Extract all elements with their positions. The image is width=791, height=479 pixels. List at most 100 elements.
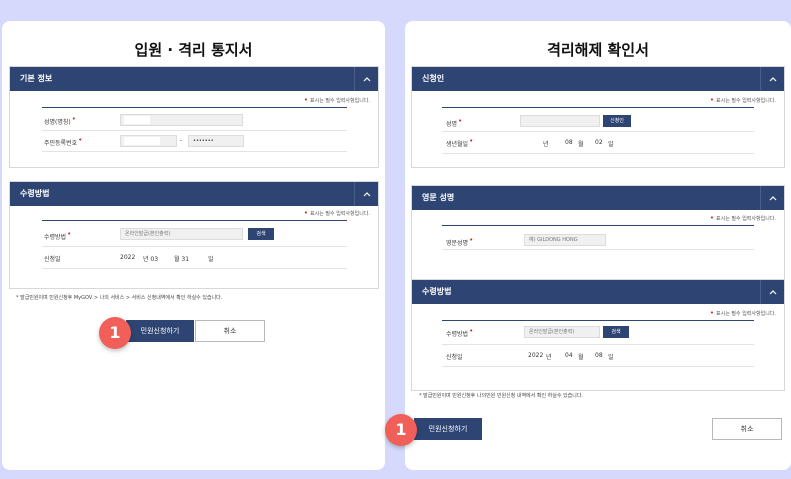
- required-note: • 표시는 필수 입력사항입니다.: [304, 209, 370, 217]
- basic-info-section: 기본 정보 • 표시는 필수 입력사항입니다. 성명(명칭)• 주민등록번호• -…: [9, 66, 379, 168]
- cancel-button[interactable]: 취소: [195, 320, 265, 342]
- right-panel-title: 격리해제 확인서: [547, 41, 649, 59]
- form-top-rule: [442, 107, 754, 108]
- birth-month-unit: 월: [578, 141, 584, 148]
- row-divider: [442, 249, 754, 250]
- name-label: 성명(명칭)•: [44, 115, 76, 126]
- right-receive-method-section: 수령방법 • 표시는 필수 입력사항입니다. 수령방법• 온라인발급(본인출력) …: [411, 279, 785, 391]
- basic-info-collapse-button[interactable]: [354, 67, 378, 91]
- row-divider: [42, 246, 347, 247]
- english-name-header-label: 영문 성명: [422, 193, 455, 202]
- row-divider: [442, 131, 754, 132]
- basic-info-header-label: 기본 정보: [20, 74, 53, 83]
- applicant-header-label: 신청인: [422, 74, 445, 83]
- birth-year-unit: 년: [543, 141, 549, 148]
- receive-method-search-button[interactable]: 검색: [248, 228, 274, 240]
- rrn-front-input[interactable]: [120, 135, 177, 147]
- receive-method-input[interactable]: 온라인발급(본인출력): [120, 228, 243, 240]
- applicant-collapse-button[interactable]: [760, 67, 784, 91]
- required-note-text: 표시는 필수 입력사항입니다.: [310, 211, 370, 217]
- left-footnote: * 발급민원이며 민원신청후 MyGOV > 나의 서비스 > 서비스 신청내역…: [16, 295, 223, 301]
- right-receive-method-label: 수령방법•: [446, 327, 474, 338]
- right-apply-date-year: 2022: [528, 352, 544, 359]
- chevron-up-icon: [769, 77, 776, 82]
- applicant-button[interactable]: 신청인: [603, 115, 631, 127]
- apply-button[interactable]: 민원신청하기: [126, 320, 194, 342]
- left-panel: 입원 · 격리 통지서 기본 정보 • 표시는 필수 입력사항입니다. 성명(명칭…: [2, 21, 385, 470]
- row-divider: [442, 344, 754, 345]
- birth-day-unit: 일: [608, 141, 614, 148]
- rrn-back-input[interactable]: •••••••: [188, 135, 244, 147]
- rrn-front-input-value: [124, 137, 160, 145]
- row-divider: [442, 153, 754, 154]
- required-note: • 표시는 필수 입력사항입니다.: [304, 96, 370, 104]
- required-star-icon: •: [303, 96, 309, 104]
- chevron-up-icon: [363, 77, 370, 82]
- required-note-text: 표시는 필수 입력사항입니다.: [716, 216, 776, 222]
- right-apply-date-label: 신청일: [446, 354, 463, 361]
- apply-date-month: 년 03: [143, 256, 159, 263]
- required-note-text: 표시는 필수 입력사항입니다.: [716, 311, 776, 317]
- receive-method-header: 수령방법: [10, 182, 378, 206]
- name-input-value: [124, 116, 150, 124]
- step-badge: 1: [385, 414, 417, 446]
- basic-info-header: 기본 정보: [10, 67, 378, 91]
- required-note-text: 표시는 필수 입력사항입니다.: [310, 98, 370, 104]
- right-footnote: * 발급민원이며 민원신청후 나의민원 민원신청 내역에서 확인 하실수 있습니…: [419, 393, 584, 399]
- apply-date-label: 신청일: [44, 256, 61, 263]
- right-receive-method-search-button[interactable]: 검색: [603, 326, 629, 338]
- applicant-name-label: 성명•: [446, 117, 463, 128]
- right-apply-date-month: 04: [565, 352, 573, 359]
- apply-date-day-unit: 일: [208, 256, 214, 263]
- chevron-up-icon: [769, 290, 776, 295]
- form-top-rule: [442, 225, 754, 226]
- required-star-icon: •: [709, 214, 715, 222]
- receive-method-header-label: 수령방법: [20, 189, 50, 198]
- receive-method-collapse-button[interactable]: [354, 182, 378, 206]
- right-apply-date-year-unit: 년: [546, 354, 552, 361]
- left-panel-title: 입원 · 격리 통지서: [134, 41, 253, 59]
- applicant-section: 신청인 • 표시는 필수 입력사항입니다. 성명• 신청인 생년월일• 년 08 …: [411, 66, 785, 168]
- english-name-header: 영문 성명: [412, 186, 784, 210]
- right-apply-date-month-unit: 월: [578, 354, 584, 361]
- row-divider: [442, 366, 754, 367]
- birth-date-label: 생년월일•: [446, 137, 474, 148]
- required-note: • 표시는 필수 입력사항입니다.: [710, 214, 776, 222]
- apply-date-year: 2022: [120, 254, 136, 261]
- apply-date-day: 월 31: [174, 256, 190, 263]
- right-receive-method-header-label: 수령방법: [422, 287, 452, 296]
- english-name-input[interactable]: 예) GILDONG HONG: [524, 234, 606, 246]
- right-apply-date-day-unit: 일: [608, 354, 614, 361]
- receive-method-label: 수령방법•: [44, 230, 72, 241]
- right-receive-method-header: 수령방법: [412, 280, 784, 304]
- right-receive-method-collapse-button[interactable]: [760, 280, 784, 304]
- applicant-name-input[interactable]: [520, 115, 600, 127]
- rrn-separator: -: [180, 137, 183, 144]
- birth-day: 02: [595, 139, 603, 146]
- required-star-icon: •: [303, 209, 309, 217]
- form-top-rule: [442, 320, 754, 321]
- row-divider: [42, 268, 347, 269]
- name-input[interactable]: [120, 114, 243, 126]
- receive-method-section: 수령방법 • 표시는 필수 입력사항입니다. 수령방법• 온라인발급(본인출력) …: [9, 181, 379, 289]
- required-star-icon: •: [709, 96, 715, 104]
- required-note-text: 표시는 필수 입력사항입니다.: [716, 98, 776, 104]
- right-panel: 격리해제 확인서 신청인 • 표시는 필수 입력사항입니다. 성명• 신청인 생년…: [385, 21, 791, 470]
- right-apply-date-day: 08: [595, 352, 603, 359]
- required-note: • 표시는 필수 입력사항입니다.: [710, 309, 776, 317]
- form-top-rule: [42, 107, 347, 108]
- chevron-up-icon: [363, 192, 370, 197]
- english-name-label: 영문성명•: [446, 236, 474, 247]
- required-star-icon: •: [709, 309, 715, 317]
- required-note: • 표시는 필수 입력사항입니다.: [710, 96, 776, 104]
- right-apply-button[interactable]: 민원신청하기: [414, 418, 482, 440]
- row-divider: [42, 151, 347, 152]
- english-name-collapse-button[interactable]: [760, 186, 784, 210]
- form-top-rule: [42, 220, 347, 221]
- step-badge: 1: [99, 317, 131, 349]
- right-cancel-button[interactable]: 취소: [712, 418, 782, 440]
- english-name-section: 영문 성명 • 표시는 필수 입력사항입니다. 영문성명• 예) GILDONG …: [411, 185, 785, 283]
- applicant-header: 신청인: [412, 67, 784, 91]
- right-receive-method-input[interactable]: 온라인발급(본인출력): [524, 326, 600, 338]
- birth-month: 08: [565, 139, 573, 146]
